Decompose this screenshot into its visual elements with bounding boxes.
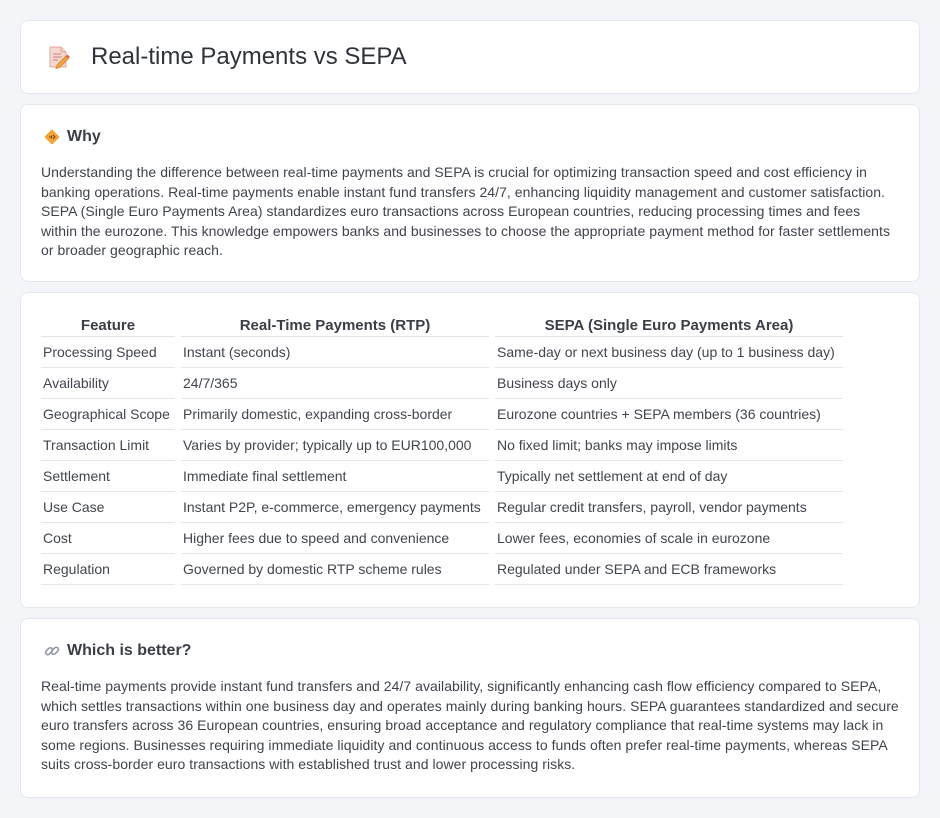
sepa-cell: Regular credit transfers, payroll, vendo… bbox=[495, 492, 843, 523]
feature-cell: Transaction Limit bbox=[41, 430, 175, 461]
diamond-arrows-icon bbox=[43, 128, 61, 146]
feature-cell: Processing Speed bbox=[41, 337, 175, 368]
table-row: Settlement Immediate final settlement Ty… bbox=[41, 461, 843, 492]
feature-cell: Use Case bbox=[41, 492, 175, 523]
table-row: Geographical Scope Primarily domestic, e… bbox=[41, 399, 843, 430]
header-card: Real-time Payments vs SEPA bbox=[20, 20, 920, 94]
page: Real-time Payments vs SEPA Why Understan… bbox=[0, 0, 940, 818]
table-header-row: Feature Real-Time Payments (RTP) SEPA (S… bbox=[41, 313, 843, 337]
sepa-cell: No fixed limit; banks may impose limits bbox=[495, 430, 843, 461]
which-is-better-section: Which is better? Real-time payments prov… bbox=[20, 618, 920, 798]
rtp-cell: 24/7/365 bbox=[181, 368, 489, 399]
document-pencil-icon bbox=[45, 44, 71, 70]
link-icon bbox=[43, 642, 61, 660]
why-heading: Why bbox=[41, 127, 899, 147]
sepa-cell: Same-day or next business day (up to 1 b… bbox=[495, 337, 843, 368]
better-title: Which is better? bbox=[67, 642, 192, 659]
feature-cell: Geographical Scope bbox=[41, 399, 175, 430]
header-feature: Feature bbox=[41, 313, 175, 337]
rtp-cell: Immediate final settlement bbox=[181, 461, 489, 492]
why-section: Why Understanding the difference between… bbox=[20, 104, 920, 282]
feature-cell: Settlement bbox=[41, 461, 175, 492]
rtp-cell: Varies by provider; typically up to EUR1… bbox=[181, 430, 489, 461]
sepa-cell: Lower fees, economies of scale in eurozo… bbox=[495, 523, 843, 554]
sepa-cell: Regulated under SEPA and ECB frameworks bbox=[495, 554, 843, 585]
better-text: Real-time payments provide instant fund … bbox=[41, 678, 899, 772]
comparison-section: Feature Real-Time Payments (RTP) SEPA (S… bbox=[20, 292, 920, 608]
table-row: Use Case Instant P2P, e-commerce, emerge… bbox=[41, 492, 843, 523]
why-text: Understanding the difference between rea… bbox=[41, 164, 891, 258]
header-sepa: SEPA (Single Euro Payments Area) bbox=[495, 313, 843, 337]
table-row: Regulation Governed by domestic RTP sche… bbox=[41, 554, 843, 585]
sepa-cell: Business days only bbox=[495, 368, 843, 399]
rtp-cell: Instant (seconds) bbox=[181, 337, 489, 368]
page-title: Real-time Payments vs SEPA bbox=[91, 43, 407, 70]
rtp-cell: Higher fees due to speed and convenience bbox=[181, 523, 489, 554]
comparison-table: Feature Real-Time Payments (RTP) SEPA (S… bbox=[35, 313, 849, 585]
sepa-cell: Typically net settlement at end of day bbox=[495, 461, 843, 492]
feature-cell: Availability bbox=[41, 368, 175, 399]
sepa-cell: Eurozone countries + SEPA members (36 co… bbox=[495, 399, 843, 430]
why-title: Why bbox=[67, 128, 101, 145]
rtp-cell: Primarily domestic, expanding cross-bord… bbox=[181, 399, 489, 430]
table-row: Cost Higher fees due to speed and conven… bbox=[41, 523, 843, 554]
table-row: Processing Speed Instant (seconds) Same-… bbox=[41, 337, 843, 368]
feature-cell: Regulation bbox=[41, 554, 175, 585]
feature-cell: Cost bbox=[41, 523, 175, 554]
table-row: Availability 24/7/365 Business days only bbox=[41, 368, 843, 399]
table-row: Transaction Limit Varies by provider; ty… bbox=[41, 430, 843, 461]
rtp-cell: Instant P2P, e-commerce, emergency payme… bbox=[181, 492, 489, 523]
better-heading: Which is better? bbox=[41, 641, 899, 661]
rtp-cell: Governed by domestic RTP scheme rules bbox=[181, 554, 489, 585]
header-rtp: Real-Time Payments (RTP) bbox=[181, 313, 489, 337]
